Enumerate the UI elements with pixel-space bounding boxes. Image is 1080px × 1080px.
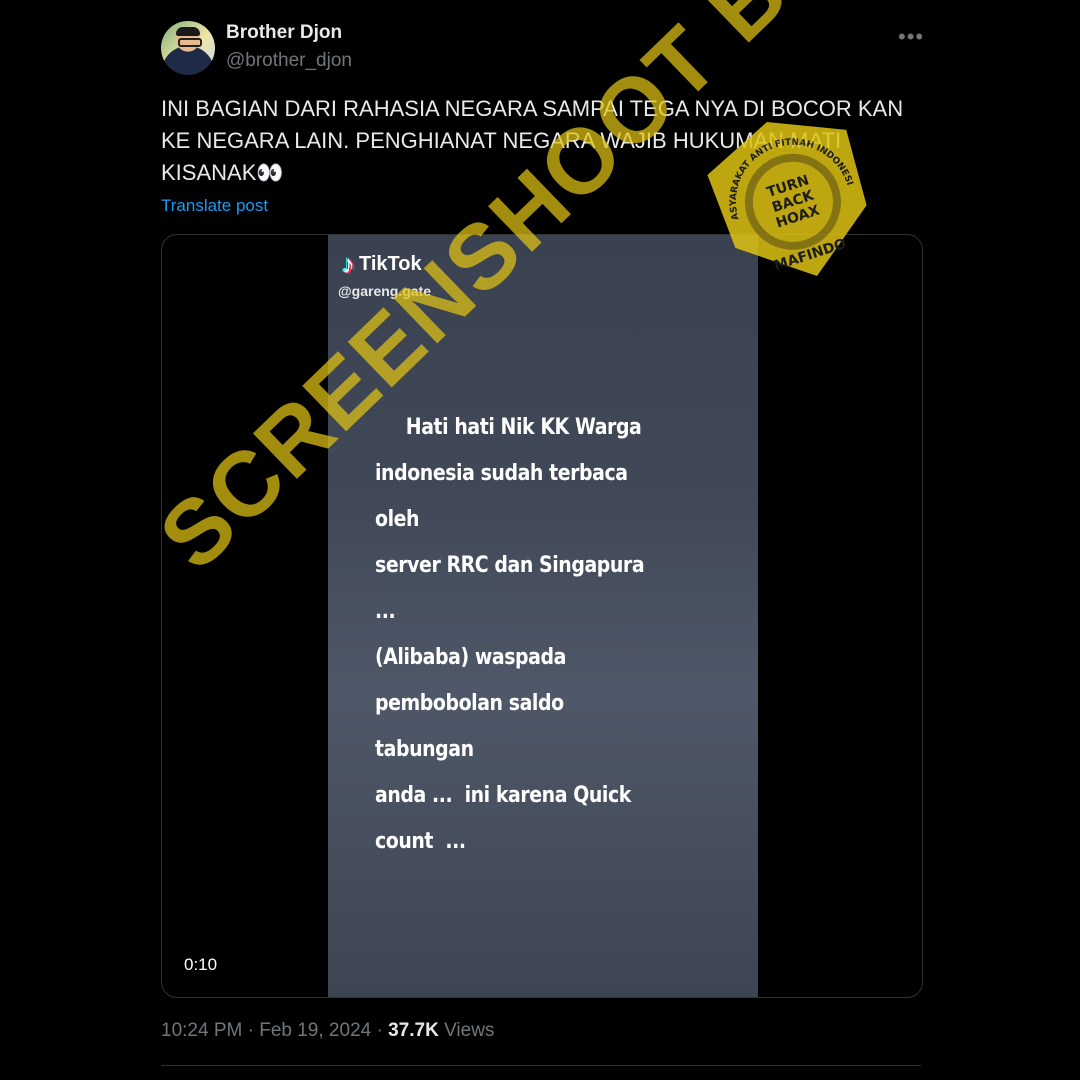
tiktok-wordmark: TikTok bbox=[359, 253, 422, 275]
video-caption: Hati hati Nik KK Warga indonesia sudah t… bbox=[375, 415, 645, 854]
meta-separator: · bbox=[247, 1020, 254, 1041]
divider bbox=[161, 1065, 921, 1066]
video-player[interactable]: ♪ TikTok @gareng.gate Hati hati Nik KK W… bbox=[161, 234, 923, 998]
avatar-hair bbox=[176, 27, 200, 36]
meta-separator: · bbox=[376, 1020, 383, 1041]
tweet-meta: 10:24 PM · Feb 19, 2024 · 37.7K Views bbox=[161, 1020, 494, 1042]
tweet-time[interactable]: 10:24 PM bbox=[161, 1020, 242, 1041]
views-label: Views bbox=[444, 1020, 495, 1041]
avatar-glasses bbox=[178, 38, 202, 47]
video-frame[interactable]: ♪ TikTok @gareng.gate Hati hati Nik KK W… bbox=[328, 235, 758, 997]
more-options-icon[interactable]: ••• bbox=[898, 24, 924, 50]
tweet-date[interactable]: Feb 19, 2024 bbox=[259, 1020, 371, 1041]
views-count[interactable]: 37.7K bbox=[388, 1020, 439, 1041]
tiktok-username: @gareng.gate bbox=[338, 283, 432, 299]
tiktok-icon: ♪ bbox=[342, 249, 355, 279]
avatar[interactable] bbox=[161, 21, 215, 75]
author-handle[interactable]: @brother_djon bbox=[226, 50, 352, 72]
translate-post-link[interactable]: Translate post bbox=[161, 196, 268, 216]
author-display-name[interactable]: Brother Djon bbox=[226, 22, 342, 44]
tiktok-logo: ♪ TikTok bbox=[342, 249, 422, 280]
turnbackhoax-stamp: MASYARAKAT ANTI FITNAH INDONESIA TURN BA… bbox=[703, 110, 867, 277]
video-duration: 0:10 bbox=[184, 955, 218, 974]
